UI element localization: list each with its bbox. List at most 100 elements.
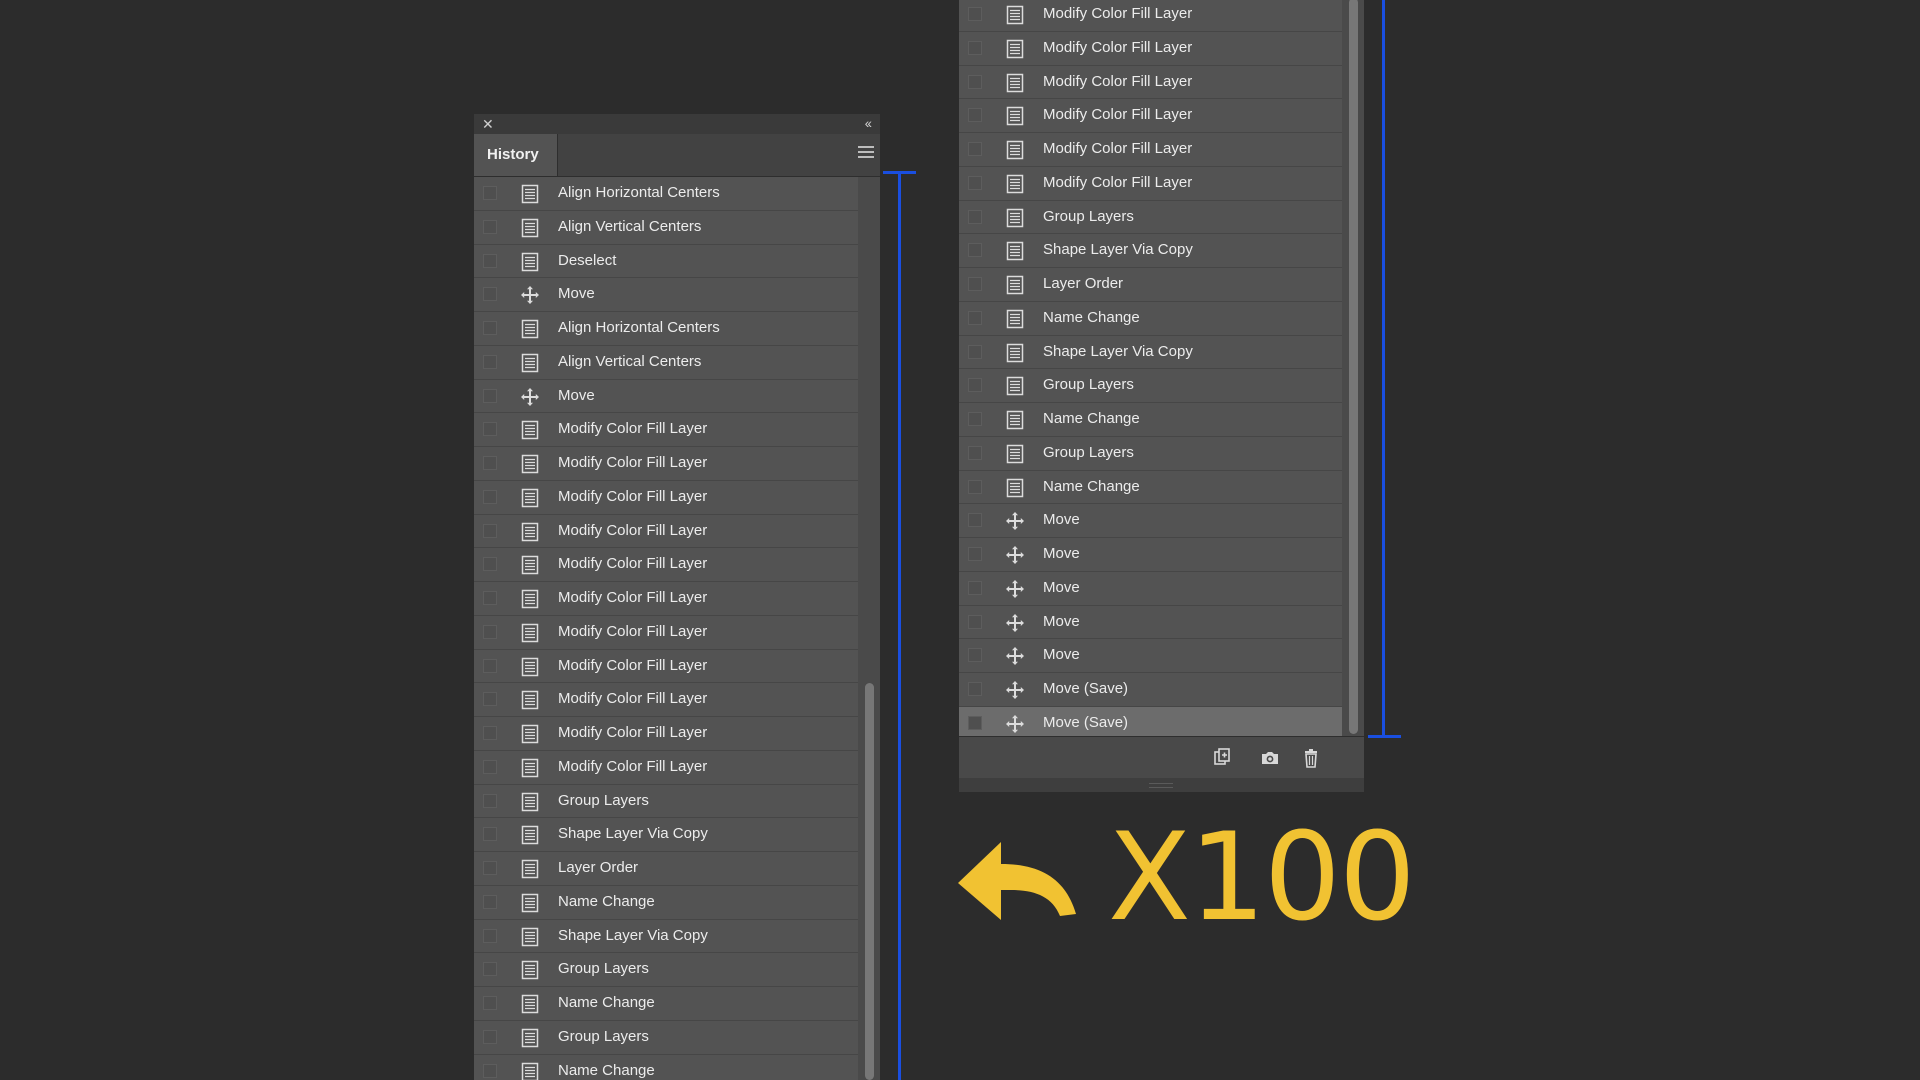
history-state-row[interactable]: Shape Layer Via Copy xyxy=(474,919,858,954)
history-state-row[interactable]: Move xyxy=(959,571,1342,606)
history-state-row[interactable]: Modify Color Fill Layer xyxy=(474,582,858,616)
history-state-row[interactable]: Group Layers xyxy=(959,436,1342,471)
history-state-row[interactable]: Align Vertical Centers xyxy=(474,345,858,380)
snapshot-source-checkbox[interactable] xyxy=(968,7,982,21)
snapshot-source-checkbox[interactable] xyxy=(968,715,982,730)
history-state-row[interactable]: Name Change xyxy=(474,1054,858,1080)
history-state-row[interactable]: Move xyxy=(959,504,1342,538)
snapshot-source-checkbox[interactable] xyxy=(483,861,497,875)
history-state-row[interactable]: Modify Color Fill Layer xyxy=(959,65,1342,100)
snapshot-source-checkbox[interactable] xyxy=(968,74,982,89)
camera-icon[interactable] xyxy=(1259,747,1281,769)
history-state-row[interactable]: Name Change xyxy=(959,470,1342,505)
history-state-row[interactable]: Shape Layer Via Copy xyxy=(959,335,1342,370)
history-state-row[interactable]: Deselect xyxy=(474,244,858,279)
snapshot-source-checkbox[interactable] xyxy=(483,928,497,943)
history-state-row[interactable]: Modify Color Fill Layer xyxy=(959,0,1342,32)
snapshot-source-checkbox[interactable] xyxy=(483,557,497,572)
history-state-row[interactable]: Name Change xyxy=(474,987,858,1021)
snapshot-source-checkbox[interactable] xyxy=(483,1063,497,1078)
history-state-row[interactable]: Group Layers xyxy=(474,953,858,987)
snapshot-source-checkbox[interactable] xyxy=(968,277,982,291)
snapshot-source-checkbox[interactable] xyxy=(968,142,982,156)
history-state-row[interactable]: Move xyxy=(959,639,1342,673)
snapshot-source-checkbox[interactable] xyxy=(968,40,982,55)
history-state-row[interactable]: Modify Color Fill Layer xyxy=(474,480,858,515)
snapshot-source-checkbox[interactable] xyxy=(483,591,497,605)
history-state-row[interactable]: Layer Order xyxy=(474,852,858,886)
scrollbar-thumb[interactable] xyxy=(1349,0,1358,734)
snapshot-source-checkbox[interactable] xyxy=(968,243,982,258)
history-state-row[interactable]: Modify Color Fill Layer xyxy=(959,99,1342,133)
snapshot-source-checkbox[interactable] xyxy=(968,580,982,595)
history-state-row[interactable]: Modify Color Fill Layer xyxy=(474,649,858,684)
snapshot-source-checkbox[interactable] xyxy=(483,287,497,302)
snapshot-source-checkbox[interactable] xyxy=(968,445,982,460)
snapshot-source-checkbox[interactable] xyxy=(968,344,982,359)
trash-icon[interactable] xyxy=(1300,747,1322,769)
snapshot-source-checkbox[interactable] xyxy=(483,962,497,977)
snapshot-source-checkbox[interactable] xyxy=(968,310,982,325)
snapshot-source-checkbox[interactable] xyxy=(483,489,497,504)
snapshot-source-checkbox[interactable] xyxy=(968,513,982,528)
snapshot-source-checkbox[interactable] xyxy=(483,456,497,470)
snapshot-source-checkbox[interactable] xyxy=(968,547,982,561)
snapshot-source-checkbox[interactable] xyxy=(968,479,982,494)
history-state-row[interactable]: Modify Color Fill Layer xyxy=(474,615,858,650)
history-state-row[interactable]: Shape Layer Via Copy xyxy=(959,234,1342,268)
snapshot-source-checkbox[interactable] xyxy=(483,523,497,538)
snapshot-source-checkbox[interactable] xyxy=(968,682,982,696)
history-state-row[interactable]: Align Horizontal Centers xyxy=(474,312,858,346)
snapshot-source-checkbox[interactable] xyxy=(968,209,982,224)
history-state-row[interactable]: Modify Color Fill Layer xyxy=(959,133,1342,167)
scrollbar[interactable] xyxy=(858,177,880,1080)
history-state-row[interactable]: Move (Save) xyxy=(959,673,1342,707)
history-state-row[interactable]: Modify Color Fill Layer xyxy=(474,683,858,717)
history-state-row[interactable]: Move xyxy=(474,379,858,414)
snapshot-source-checkbox[interactable] xyxy=(483,658,497,673)
snapshot-source-checkbox[interactable] xyxy=(483,253,497,268)
snapshot-source-checkbox[interactable] xyxy=(968,175,982,190)
tab-history[interactable]: History xyxy=(474,134,558,176)
snapshot-source-checkbox[interactable] xyxy=(483,422,497,437)
snapshot-source-checkbox[interactable] xyxy=(483,692,497,707)
history-state-row[interactable]: Shape Layer Via Copy xyxy=(474,818,858,852)
history-state-row[interactable]: Group Layers xyxy=(959,369,1342,403)
history-state-row[interactable]: Modify Color Fill Layer xyxy=(959,166,1342,201)
snapshot-source-checkbox[interactable] xyxy=(968,108,982,123)
history-state-row[interactable]: Modify Color Fill Layer xyxy=(959,31,1342,66)
history-state-row[interactable]: Modify Color Fill Layer xyxy=(474,717,858,751)
snapshot-source-checkbox[interactable] xyxy=(483,186,497,200)
resize-grip-icon[interactable] xyxy=(1149,783,1173,788)
history-state-row[interactable]: Group Layers xyxy=(959,200,1342,235)
panel-resize-strip[interactable] xyxy=(959,778,1364,792)
snapshot-source-checkbox[interactable] xyxy=(483,996,497,1010)
snapshot-source-checkbox[interactable] xyxy=(483,894,497,909)
snapshot-source-checkbox[interactable] xyxy=(483,827,497,842)
snapshot-source-checkbox[interactable] xyxy=(483,321,497,335)
snapshot-source-checkbox[interactable] xyxy=(483,354,497,369)
history-state-row[interactable]: Modify Color Fill Layer xyxy=(474,413,858,447)
snapshot-source-checkbox[interactable] xyxy=(483,388,497,403)
snapshot-source-checkbox[interactable] xyxy=(483,759,497,774)
history-state-row[interactable]: Layer Order xyxy=(959,268,1342,302)
scrollbar[interactable] xyxy=(1342,0,1364,736)
snapshot-source-checkbox[interactable] xyxy=(968,614,982,629)
history-state-row[interactable]: Name Change xyxy=(959,403,1342,437)
snapshot-source-checkbox[interactable] xyxy=(483,726,497,740)
collapse-icon[interactable]: ‹‹ xyxy=(865,115,872,131)
snapshot-source-checkbox[interactable] xyxy=(968,648,982,663)
panel-menu-icon[interactable] xyxy=(858,146,874,162)
history-state-row[interactable]: Align Horizontal Centers xyxy=(474,177,858,211)
snapshot-source-checkbox[interactable] xyxy=(483,1029,497,1044)
snapshot-source-checkbox[interactable] xyxy=(968,412,982,426)
new-document-from-state-icon[interactable] xyxy=(1211,747,1233,769)
history-state-row[interactable]: Modify Color Fill Layer xyxy=(474,750,858,785)
snapshot-source-checkbox[interactable] xyxy=(483,624,497,639)
history-state-row[interactable]: Move xyxy=(959,538,1342,572)
snapshot-source-checkbox[interactable] xyxy=(968,378,982,393)
history-state-row[interactable]: Modify Color Fill Layer xyxy=(474,447,858,481)
snapshot-source-checkbox[interactable] xyxy=(483,219,497,234)
history-state-row[interactable]: Move xyxy=(474,278,858,312)
history-state-row[interactable]: Modify Color Fill Layer xyxy=(474,548,858,582)
